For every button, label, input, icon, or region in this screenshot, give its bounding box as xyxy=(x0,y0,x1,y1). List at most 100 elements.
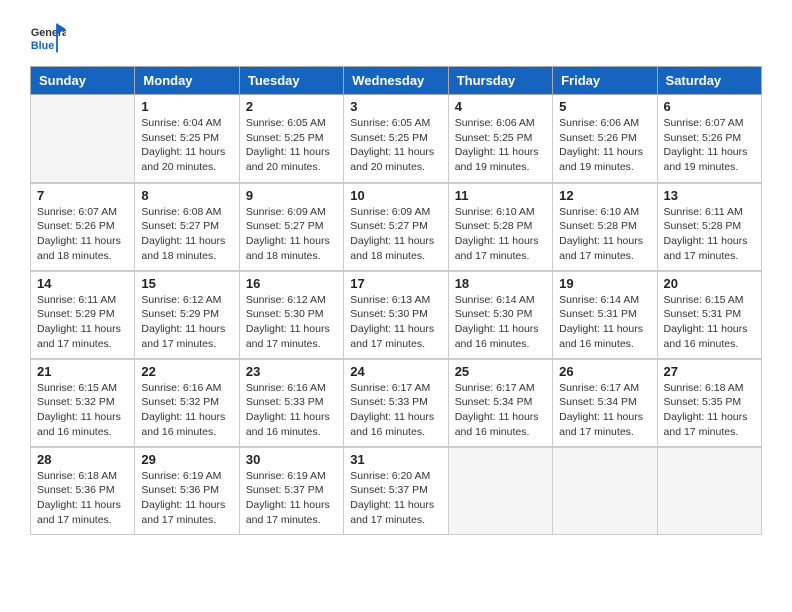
calendar-header-sunday: Sunday xyxy=(31,67,135,95)
calendar-cell: 30 Sunrise: 6:19 AMSunset: 5:37 PMDayligh… xyxy=(239,447,343,535)
calendar-cell: 12 Sunrise: 6:10 AMSunset: 5:28 PMDayligh… xyxy=(553,183,657,271)
calendar-cell: 17Sunrise: 6:13 AMSunset: 5:30 PMDayligh… xyxy=(344,271,448,359)
day-info: Sunrise: 6:18 AMSunset: 5:36 PMDaylight:… xyxy=(37,469,128,528)
logo-icon: GeneralBlue xyxy=(30,20,66,56)
week-row-1: 1Sunrise: 6:04 AMSunset: 5:25 PMDaylight… xyxy=(31,95,762,183)
day-info: Sunrise: 6:11 AMSunset: 5:29 PMDaylight:… xyxy=(37,293,128,352)
day-info: Sunrise: 6:10 AMSunset: 5:28 PMDaylight:… xyxy=(559,205,650,264)
day-info: Sunrise: 6:19 AMSunset: 5:36 PMDaylight:… xyxy=(141,469,232,528)
day-number: 16 xyxy=(246,276,337,291)
day-number: 30 xyxy=(246,452,337,467)
day-number: 29 xyxy=(141,452,232,467)
day-number: 21 xyxy=(37,364,128,379)
calendar-cell: 7 Sunrise: 6:07 AMSunset: 5:26 PMDaylight… xyxy=(31,183,135,271)
day-info: Sunrise: 6:05 AMSunset: 5:25 PMDaylight:… xyxy=(246,116,337,175)
day-number: 19 xyxy=(559,276,650,291)
day-info: Sunrise: 6:15 AMSunset: 5:31 PMDaylight:… xyxy=(664,293,755,352)
week-row-2: 7 Sunrise: 6:07 AMSunset: 5:26 PMDaylight… xyxy=(31,183,762,271)
day-number: 15 xyxy=(141,276,232,291)
day-info: Sunrise: 6:20 AMSunset: 5:37 PMDaylight:… xyxy=(350,469,441,528)
calendar-cell: 10 Sunrise: 6:09 AMSunset: 5:27 PMDayligh… xyxy=(344,183,448,271)
day-info: Sunrise: 6:08 AMSunset: 5:27 PMDaylight:… xyxy=(141,205,232,264)
calendar-cell: 26 Sunrise: 6:17 AMSunset: 5:34 PMDayligh… xyxy=(553,359,657,447)
day-info: Sunrise: 6:17 AMSunset: 5:34 PMDaylight:… xyxy=(559,381,650,440)
calendar-cell: 20 Sunrise: 6:15 AMSunset: 5:31 PMDayligh… xyxy=(657,271,761,359)
calendar-cell: 3Sunrise: 6:05 AMSunset: 5:25 PMDaylight… xyxy=(344,95,448,183)
calendar-cell: 25 Sunrise: 6:17 AMSunset: 5:34 PMDayligh… xyxy=(448,359,552,447)
day-number: 11 xyxy=(455,188,546,203)
day-number: 9 xyxy=(246,188,337,203)
logo: GeneralBlue xyxy=(30,20,66,56)
day-number: 2 xyxy=(246,99,337,114)
svg-text:Blue: Blue xyxy=(31,40,54,52)
calendar-cell: 8Sunrise: 6:08 AMSunset: 5:27 PMDaylight… xyxy=(135,183,239,271)
calendar-cell: 29 Sunrise: 6:19 AMSunset: 5:36 PMDayligh… xyxy=(135,447,239,535)
calendar-body: 1Sunrise: 6:04 AMSunset: 5:25 PMDaylight… xyxy=(31,95,762,535)
day-info: Sunrise: 6:19 AMSunset: 5:37 PMDaylight:… xyxy=(246,469,337,528)
day-info: Sunrise: 6:12 AMSunset: 5:29 PMDaylight:… xyxy=(141,293,232,352)
day-number: 12 xyxy=(559,188,650,203)
day-number: 31 xyxy=(350,452,441,467)
day-info: Sunrise: 6:14 AMSunset: 5:30 PMDaylight:… xyxy=(455,293,546,352)
calendar-cell: 6 Sunrise: 6:07 AMSunset: 5:26 PMDaylight… xyxy=(657,95,761,183)
calendar-cell: 27 Sunrise: 6:18 AMSunset: 5:35 PMDayligh… xyxy=(657,359,761,447)
week-row-4: 21 Sunrise: 6:15 AMSunset: 5:32 PMDayligh… xyxy=(31,359,762,447)
calendar-cell: 18 Sunrise: 6:14 AMSunset: 5:30 PMDayligh… xyxy=(448,271,552,359)
week-row-3: 14Sunrise: 6:11 AMSunset: 5:29 PMDayligh… xyxy=(31,271,762,359)
day-number: 4 xyxy=(455,99,546,114)
calendar-header-monday: Monday xyxy=(135,67,239,95)
calendar-cell: 24Sunrise: 6:17 AMSunset: 5:33 PMDayligh… xyxy=(344,359,448,447)
calendar-cell: 14Sunrise: 6:11 AMSunset: 5:29 PMDayligh… xyxy=(31,271,135,359)
calendar-cell: 31 Sunrise: 6:20 AMSunset: 5:37 PMDayligh… xyxy=(344,447,448,535)
day-number: 7 xyxy=(37,188,128,203)
day-number: 18 xyxy=(455,276,546,291)
calendar-cell: 21 Sunrise: 6:15 AMSunset: 5:32 PMDayligh… xyxy=(31,359,135,447)
calendar-header-tuesday: Tuesday xyxy=(239,67,343,95)
calendar-header-friday: Friday xyxy=(553,67,657,95)
calendar-header-wednesday: Wednesday xyxy=(344,67,448,95)
calendar-cell: 28 Sunrise: 6:18 AMSunset: 5:36 PMDayligh… xyxy=(31,447,135,535)
day-number: 10 xyxy=(350,188,441,203)
calendar-cell: 11 Sunrise: 6:10 AMSunset: 5:28 PMDayligh… xyxy=(448,183,552,271)
day-info: Sunrise: 6:07 AMSunset: 5:26 PMDaylight:… xyxy=(37,205,128,264)
day-info: Sunrise: 6:09 AMSunset: 5:27 PMDaylight:… xyxy=(246,205,337,264)
day-number: 26 xyxy=(559,364,650,379)
week-row-5: 28 Sunrise: 6:18 AMSunset: 5:36 PMDayligh… xyxy=(31,447,762,535)
day-info: Sunrise: 6:15 AMSunset: 5:32 PMDaylight:… xyxy=(37,381,128,440)
day-info: Sunrise: 6:17 AMSunset: 5:33 PMDaylight:… xyxy=(350,381,441,440)
day-info: Sunrise: 6:16 AMSunset: 5:32 PMDaylight:… xyxy=(141,381,232,440)
day-number: 13 xyxy=(664,188,755,203)
day-info: Sunrise: 6:04 AMSunset: 5:25 PMDaylight:… xyxy=(141,116,232,175)
day-number: 25 xyxy=(455,364,546,379)
calendar-cell xyxy=(31,95,135,183)
day-info: Sunrise: 6:18 AMSunset: 5:35 PMDaylight:… xyxy=(664,381,755,440)
day-number: 5 xyxy=(559,99,650,114)
calendar-cell: 9 Sunrise: 6:09 AMSunset: 5:27 PMDaylight… xyxy=(239,183,343,271)
calendar-cell: 23Sunrise: 6:16 AMSunset: 5:33 PMDayligh… xyxy=(239,359,343,447)
calendar-cell xyxy=(553,447,657,535)
calendar-header-thursday: Thursday xyxy=(448,67,552,95)
day-info: Sunrise: 6:17 AMSunset: 5:34 PMDaylight:… xyxy=(455,381,546,440)
calendar-table: SundayMondayTuesdayWednesdayThursdayFrid… xyxy=(30,66,762,535)
day-info: Sunrise: 6:14 AMSunset: 5:31 PMDaylight:… xyxy=(559,293,650,352)
day-info: Sunrise: 6:10 AMSunset: 5:28 PMDaylight:… xyxy=(455,205,546,264)
day-info: Sunrise: 6:09 AMSunset: 5:27 PMDaylight:… xyxy=(350,205,441,264)
calendar-cell: 13Sunrise: 6:11 AMSunset: 5:28 PMDayligh… xyxy=(657,183,761,271)
day-info: Sunrise: 6:07 AMSunset: 5:26 PMDaylight:… xyxy=(664,116,755,175)
calendar-cell: 4 Sunrise: 6:06 AMSunset: 5:25 PMDaylight… xyxy=(448,95,552,183)
day-number: 27 xyxy=(664,364,755,379)
day-number: 17 xyxy=(350,276,441,291)
calendar-cell xyxy=(657,447,761,535)
day-number: 6 xyxy=(664,99,755,114)
day-info: Sunrise: 6:06 AMSunset: 5:25 PMDaylight:… xyxy=(455,116,546,175)
calendar-cell: 5Sunrise: 6:06 AMSunset: 5:26 PMDaylight… xyxy=(553,95,657,183)
day-number: 20 xyxy=(664,276,755,291)
calendar-cell: 19 Sunrise: 6:14 AMSunset: 5:31 PMDayligh… xyxy=(553,271,657,359)
calendar-cell: 15 Sunrise: 6:12 AMSunset: 5:29 PMDayligh… xyxy=(135,271,239,359)
day-number: 22 xyxy=(141,364,232,379)
calendar-header-row: SundayMondayTuesdayWednesdayThursdayFrid… xyxy=(31,67,762,95)
day-number: 28 xyxy=(37,452,128,467)
calendar-cell: 1Sunrise: 6:04 AMSunset: 5:25 PMDaylight… xyxy=(135,95,239,183)
day-number: 3 xyxy=(350,99,441,114)
calendar-header-saturday: Saturday xyxy=(657,67,761,95)
